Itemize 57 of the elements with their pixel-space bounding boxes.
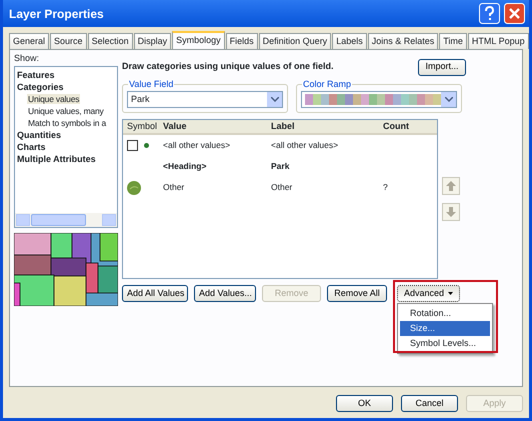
tab[interactable]: Fields <box>226 33 258 49</box>
tree-item[interactable]: Features <box>17 68 115 80</box>
help-icon[interactable] <box>479 3 500 24</box>
move-up-icon[interactable] <box>442 177 460 195</box>
tab[interactable]: Labels <box>332 33 367 49</box>
value-field-value: Park <box>130 92 150 106</box>
table-cell-text: <all other values> <box>163 139 232 152</box>
tree-item[interactable]: Match to symbols in a <box>27 118 107 128</box>
import-button[interactable]: Import... <box>418 58 466 76</box>
caret-icon <box>448 292 454 295</box>
tab[interactable]: Symbology <box>172 31 225 49</box>
tree-item[interactable]: Multiple Attributes <box>17 152 115 164</box>
tab[interactable]: Display <box>134 33 172 49</box>
table-cell-text: Other <box>271 181 294 194</box>
tab[interactable]: General <box>9 33 50 49</box>
dialog-button[interactable]: Cancel <box>401 395 458 412</box>
action-button[interactable]: Add Values... <box>194 285 256 302</box>
tab[interactable]: HTML Popup <box>468 33 529 49</box>
tree-symbol-icon <box>127 180 141 194</box>
close-icon[interactable] <box>504 3 525 24</box>
point-symbol-icon <box>144 143 149 148</box>
table-cell-text: Other <box>163 181 186 194</box>
move-down-icon[interactable] <box>442 203 460 221</box>
column-header[interactable]: Label <box>271 120 383 134</box>
column-header[interactable]: Count <box>383 120 433 134</box>
window-title: Layer Properties <box>9 6 104 22</box>
horizontal-scrollbar[interactable] <box>15 212 117 226</box>
tree-item[interactable]: Charts <box>17 140 115 152</box>
color-ramp-dropdown[interactable] <box>301 91 457 108</box>
tab[interactable]: Source <box>50 33 87 49</box>
table-cell-text: <Heading> <box>163 160 208 173</box>
group-label: Color Ramp <box>302 78 352 90</box>
tree-item[interactable]: Categories <box>17 80 115 92</box>
action-button[interactable]: Remove All <box>327 285 387 302</box>
menu-item[interactable]: Size... <box>400 321 490 336</box>
column-header[interactable]: Value <box>163 120 271 134</box>
tab[interactable]: Definition Query <box>258 33 332 49</box>
menu-item[interactable]: Symbol Levels... <box>400 336 490 351</box>
tab[interactable]: Selection <box>88 33 133 49</box>
tree-item[interactable]: Unique values, many <box>27 106 105 116</box>
checkbox[interactable] <box>127 140 138 151</box>
tab[interactable]: Time <box>439 33 467 49</box>
show-label: Show: <box>14 52 40 65</box>
tab[interactable]: Joins & Relates <box>368 33 438 49</box>
value-field-dropdown[interactable]: Park <box>127 91 283 108</box>
renderer-description: Draw categories using unique values of one field. <box>122 60 334 74</box>
table-cell-text: Park <box>271 160 290 173</box>
group-label: Value Field <box>128 78 174 90</box>
tree-item[interactable]: Unique values <box>27 94 80 104</box>
tree-item[interactable]: Quantities <box>17 128 115 140</box>
table-cell-text: ? <box>383 181 389 194</box>
dialog-button[interactable]: OK <box>336 395 393 412</box>
menu-item[interactable]: Rotation... <box>400 306 490 321</box>
table-cell-text: <all other values> <box>271 139 340 152</box>
advanced-button[interactable]: Advanced <box>397 285 460 302</box>
action-button[interactable]: Add All Values <box>122 285 188 302</box>
column-header[interactable]: Symbol <box>123 120 163 134</box>
